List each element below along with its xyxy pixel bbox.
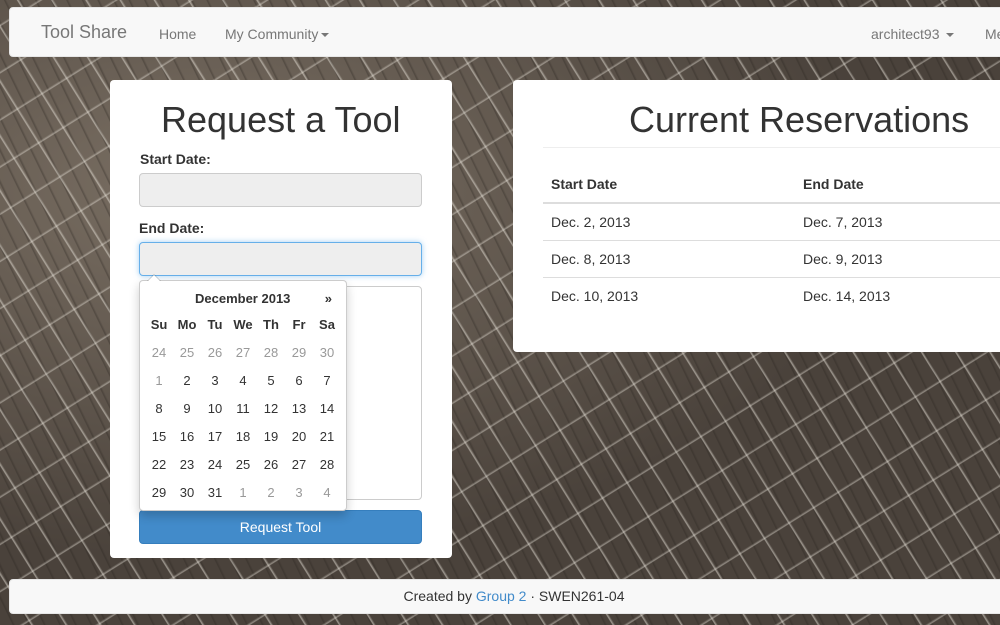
datepicker-week-row: 29 30 31 1 2 3 4 bbox=[145, 483, 341, 511]
table-row: Dec. 8, 2013 Dec. 9, 2013 bbox=[543, 240, 1000, 278]
brand-link[interactable]: Tool Share bbox=[41, 22, 127, 43]
datepicker-day[interactable]: 19 bbox=[257, 427, 285, 455]
datepicker-day[interactable]: 9 bbox=[173, 399, 201, 427]
table-cell: Dec. 14, 2013 bbox=[795, 277, 1000, 314]
weekday-label: Su bbox=[150, 317, 168, 332]
datepicker-day[interactable]: 25 bbox=[229, 455, 257, 483]
reservations-title: Current Reservations bbox=[629, 99, 970, 140]
datepicker-day[interactable]: 30 bbox=[173, 483, 201, 511]
datepicker-header: December 2013 » bbox=[140, 291, 346, 307]
reservations-panel: Current Reservations Start Date End Date… bbox=[513, 80, 1000, 352]
datepicker-popup: December 2013 » Su Mo Tu We Th Fr Sa 24 25 26 27 28… bbox=[139, 274, 347, 511]
start-date-input[interactable] bbox=[139, 173, 422, 207]
datepicker-day[interactable]: 24 bbox=[201, 455, 229, 483]
datepicker-day[interactable]: 27 bbox=[285, 455, 313, 483]
footer-suffix: · SWEN261-04 bbox=[530, 588, 625, 604]
table-header-row: Start Date End Date bbox=[543, 166, 1000, 204]
datepicker-week-row: 8 9 10 11 12 13 14 bbox=[145, 399, 341, 427]
datepicker-day[interactable]: 25 bbox=[173, 343, 201, 371]
request-tool-button[interactable]: Request Tool bbox=[139, 510, 422, 544]
end-date-label: End Date: bbox=[139, 220, 205, 236]
datepicker-day[interactable]: 8 bbox=[145, 399, 173, 427]
datepicker-week-row: 24 25 26 27 28 29 30 bbox=[145, 343, 341, 371]
footer: Created by Group 2 · SWEN261-04 bbox=[9, 579, 1000, 614]
chevron-down-icon bbox=[321, 33, 330, 38]
datepicker-weekday-row: Su Mo Tu We Th Fr Sa bbox=[145, 315, 341, 343]
datepicker-day[interactable]: 6 bbox=[285, 371, 313, 399]
datepicker-day[interactable]: 28 bbox=[257, 343, 285, 371]
datepicker-day[interactable]: 26 bbox=[257, 455, 285, 483]
datepicker-day[interactable]: 24 bbox=[145, 343, 173, 371]
nav-community-label: My Community bbox=[225, 26, 319, 42]
chevron-down-icon bbox=[946, 33, 955, 38]
datepicker-day[interactable]: 18 bbox=[229, 427, 257, 455]
table-row: Dec. 2, 2013 Dec. 7, 2013 bbox=[543, 203, 1000, 241]
datepicker-week-row: 1234567 bbox=[145, 371, 341, 399]
group-link[interactable]: Group 2 bbox=[476, 588, 527, 604]
datepicker-day[interactable]: 2 bbox=[257, 483, 285, 511]
datepicker-day[interactable]: 21 bbox=[313, 427, 341, 455]
weekday-label: We bbox=[233, 317, 253, 332]
end-date-input[interactable] bbox=[139, 242, 422, 276]
datepicker-day[interactable]: 20 bbox=[285, 427, 313, 455]
weekday-label: Tu bbox=[207, 317, 223, 332]
table-row: Dec. 10, 2013 Dec. 14, 2013 bbox=[543, 277, 1000, 314]
datepicker-day[interactable]: 17 bbox=[201, 427, 229, 455]
weekday-label: Fr bbox=[292, 317, 306, 332]
datepicker-day[interactable]: 1 bbox=[229, 483, 257, 511]
table-cell: Dec. 2, 2013 bbox=[551, 214, 631, 230]
nav-home-link[interactable]: Home bbox=[159, 26, 196, 42]
datepicker-day[interactable]: 4 bbox=[229, 371, 257, 399]
start-date-label: Start Date: bbox=[140, 151, 211, 167]
datepicker-day[interactable]: 11 bbox=[229, 399, 257, 427]
next-month-button[interactable]: » bbox=[325, 291, 332, 306]
datepicker-day[interactable]: 3 bbox=[201, 371, 229, 399]
datepicker-day[interactable]: 30 bbox=[313, 343, 341, 371]
datepicker-day[interactable]: 26 bbox=[201, 343, 229, 371]
weekday-label: Mo bbox=[177, 317, 197, 332]
datepicker-week-row: 22 23 24 25 26 27 28 bbox=[145, 455, 341, 483]
table-cell: Dec. 9, 2013 bbox=[795, 240, 1000, 278]
datepicker-day[interactable]: 13 bbox=[285, 399, 313, 427]
column-header-end: End Date bbox=[795, 166, 1000, 204]
datepicker-day[interactable]: 22 bbox=[145, 455, 173, 483]
user-menu-label: architect93 bbox=[871, 26, 940, 42]
datepicker-day[interactable]: 23 bbox=[173, 455, 201, 483]
weekday-label: Sa bbox=[319, 317, 335, 332]
divider bbox=[543, 147, 1000, 148]
datepicker-day[interactable]: 31 bbox=[201, 483, 229, 511]
datepicker-day[interactable]: 15 bbox=[145, 427, 173, 455]
request-title: Request a Tool bbox=[161, 99, 401, 140]
datepicker-day[interactable]: 12 bbox=[257, 399, 285, 427]
navbar: Tool Share Home My Community architect93… bbox=[9, 7, 1000, 57]
datepicker-day[interactable]: 27 bbox=[229, 343, 257, 371]
footer-prefix: Created by bbox=[403, 588, 472, 604]
datepicker-day[interactable]: 14 bbox=[313, 399, 341, 427]
datepicker-day[interactable]: 10 bbox=[201, 399, 229, 427]
datepicker-day[interactable]: 3 bbox=[285, 483, 313, 511]
datepicker-day[interactable]: 29 bbox=[285, 343, 313, 371]
datepicker-day[interactable]: 28 bbox=[313, 455, 341, 483]
user-menu-dropdown[interactable]: architect93 bbox=[871, 26, 955, 42]
datepicker-day[interactable]: 2 bbox=[173, 371, 201, 399]
datepicker-day[interactable]: 4 bbox=[313, 483, 341, 511]
table-cell: Dec. 10, 2013 bbox=[543, 277, 795, 314]
table-cell: Dec. 7, 2013 bbox=[803, 214, 883, 230]
reservations-table: Start Date End Date Dec. 2, 2013 Dec. 7,… bbox=[543, 166, 1000, 314]
column-header-start: Start Date bbox=[543, 166, 795, 204]
datepicker-day[interactable]: 29 bbox=[145, 483, 173, 511]
nav-overflow-link[interactable]: Me bbox=[985, 26, 1000, 42]
datepicker-grid: Su Mo Tu We Th Fr Sa 24 25 26 27 28 29 30 1 2 3 4 5 6 7 8 9 10 1… bbox=[145, 315, 341, 511]
datepicker-day[interactable]: 1 bbox=[145, 371, 173, 399]
weekday-label: Th bbox=[263, 317, 279, 332]
table-cell: Dec. 8, 2013 bbox=[543, 240, 795, 278]
datepicker-week-row: 15 16 17 18 19 20 21 bbox=[145, 427, 341, 455]
datepicker-day[interactable]: 7 bbox=[313, 371, 341, 399]
datepicker-month-switch[interactable]: December 2013 bbox=[195, 291, 290, 306]
datepicker-day[interactable]: 16 bbox=[173, 427, 201, 455]
datepicker-day[interactable]: 5 bbox=[257, 371, 285, 399]
nav-community-dropdown[interactable]: My Community bbox=[225, 26, 330, 42]
